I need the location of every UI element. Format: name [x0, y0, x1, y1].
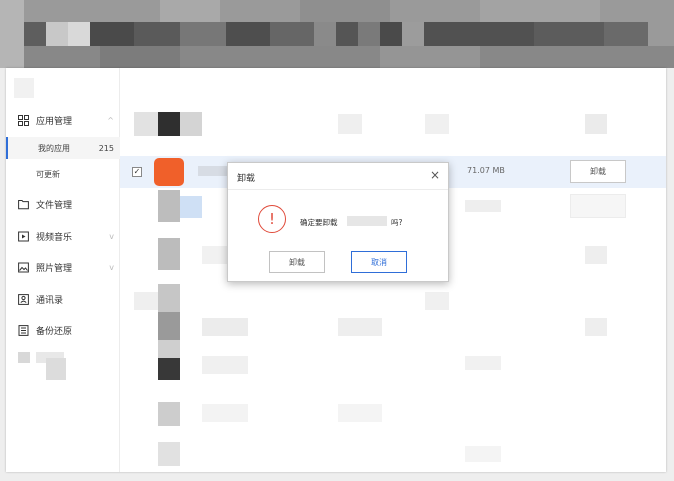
list-item [120, 108, 666, 140]
sidebar-item-label: 照片管理 [36, 263, 73, 274]
sidebar-item-app-manage[interactable]: 应用管理 ^ [6, 108, 120, 132]
app-icon [154, 158, 184, 186]
confirm-uninstall-button[interactable]: 卸载 [269, 251, 325, 273]
blurred-logo [14, 78, 34, 98]
sidebar-subitem-my-apps[interactable]: 我的应用 215 [6, 137, 120, 159]
uninstall-button[interactable]: 卸载 [570, 160, 626, 183]
sidebar-subitem-label: 我的应用 [38, 143, 70, 153]
warning-icon: ! [258, 205, 286, 233]
sidebar-item-contacts[interactable]: 通讯录 [6, 287, 120, 311]
chevron-up-icon: ^ [107, 115, 114, 125]
sidebar-item-label: 应用管理 [36, 116, 73, 127]
sidebar-subitem-label: 可更新 [36, 169, 60, 179]
sidebar-item-backup[interactable]: 备份还原 [6, 318, 120, 342]
uninstall-dialog: 卸载 × ! 确定要卸载 吗? 卸载 取消 [227, 162, 449, 282]
dialog-title: 卸载 [237, 174, 256, 184]
blurred-app-name [198, 166, 228, 176]
close-icon[interactable]: × [430, 168, 440, 182]
blurred-app-name [347, 216, 387, 226]
sidebar-item-file-manage[interactable]: 文件管理 [6, 192, 120, 216]
dialog-message: 确定要卸载 [300, 218, 338, 227]
video-icon [18, 231, 29, 242]
sidebar-item-label: 文件管理 [36, 200, 73, 211]
sidebar-item-label: 通讯录 [36, 295, 64, 306]
dialog-message-suffix: 吗? [391, 218, 403, 227]
folder-icon [18, 199, 29, 210]
grid-icon [18, 114, 29, 126]
screen: 应用管理 ^ 我的应用 215 可更新 文件管理 视频音乐 v 照片管理 v 通… [0, 0, 674, 481]
contacts-icon [18, 293, 29, 305]
blurred-icon [18, 352, 30, 363]
sidebar-item-label: 视频音乐 [36, 232, 73, 243]
sidebar: 应用管理 ^ 我的应用 215 可更新 文件管理 视频音乐 v 照片管理 v 通… [6, 68, 120, 472]
row-checkbox[interactable]: ✓ [132, 167, 142, 177]
app-size: 71.07 MB [467, 166, 505, 175]
chevron-down-icon: v [109, 262, 114, 272]
chevron-down-icon: v [109, 231, 114, 241]
blurred-title-bar [0, 0, 674, 68]
sidebar-item-photo-manage[interactable]: 照片管理 v [6, 255, 120, 279]
sidebar-item-video-music[interactable]: 视频音乐 v [6, 224, 120, 248]
backup-icon [18, 324, 29, 336]
dialog-divider [228, 189, 448, 190]
cancel-button[interactable]: 取消 [351, 251, 407, 273]
app-count: 215 [98, 143, 114, 153]
list-item [120, 438, 666, 470]
list-item [120, 340, 666, 380]
blurred-block [46, 358, 66, 380]
sidebar-subitem-updatable[interactable]: 可更新 [6, 163, 120, 185]
sidebar-item-label: 备份还原 [36, 326, 73, 337]
list-item [120, 398, 666, 430]
image-icon [18, 262, 29, 273]
